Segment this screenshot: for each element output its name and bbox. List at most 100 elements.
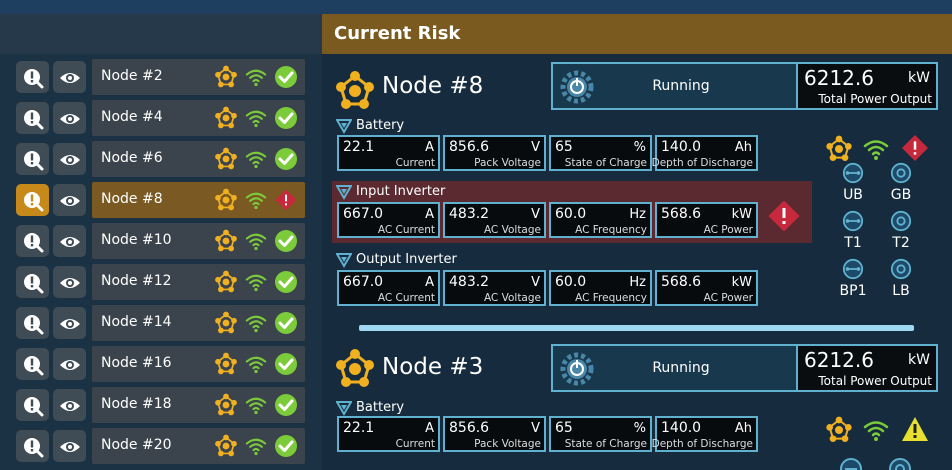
wifi-icon <box>244 272 268 296</box>
view-button[interactable] <box>53 430 86 462</box>
node-network-icon <box>826 416 852 442</box>
node-network-icon <box>214 434 238 462</box>
sidebar-node-pane[interactable]: Node #4 <box>92 100 305 136</box>
search-alert-button[interactable] <box>16 307 49 339</box>
node-network-icon <box>214 270 238 298</box>
sidebar-node-row[interactable]: Node #12 <box>15 264 310 300</box>
view-button[interactable] <box>53 266 86 298</box>
metric-value: 856.6 <box>449 139 490 155</box>
sidebar-node-pane[interactable]: Node #12 <box>92 264 305 300</box>
view-button[interactable] <box>53 184 86 216</box>
metric-unit: Ah <box>734 140 752 155</box>
metric-box: 568.6 kW AC Power <box>655 270 758 306</box>
search-alert-button[interactable] <box>16 430 49 462</box>
sidebar-node-pane[interactable]: Node #16 <box>92 346 305 382</box>
metric-value: 667.0 <box>343 206 384 222</box>
sidebar-node-row[interactable]: Node #14 <box>15 305 310 341</box>
sidebar-node-pane[interactable]: Node #2 <box>92 59 305 95</box>
search-alert-button[interactable] <box>16 389 49 421</box>
sidebar-node-pane[interactable]: Node #8 <box>92 182 305 218</box>
search-alert-button[interactable] <box>16 143 49 175</box>
metric-value: 483.2 <box>449 274 490 290</box>
check-circle-icon <box>274 270 298 298</box>
search-alert-icon <box>24 151 44 171</box>
view-button[interactable] <box>53 102 86 134</box>
node-network-icon <box>214 393 238 421</box>
power-label: Total Power Output <box>818 92 932 106</box>
metric-value: 568.6 <box>661 206 702 222</box>
status-display[interactable]: Running <box>551 344 807 392</box>
search-alert-icon <box>24 315 44 335</box>
check-circle-icon <box>274 434 298 462</box>
search-alert-button[interactable] <box>16 184 49 216</box>
search-alert-button[interactable] <box>16 102 49 134</box>
view-button[interactable] <box>53 225 86 257</box>
sidebar-node-pane[interactable]: Node #20 <box>92 428 305 464</box>
metric-unit: V <box>531 207 540 222</box>
eye-icon <box>60 196 80 206</box>
metric-label: Pack Voltage <box>474 157 541 169</box>
metric-value: 22.1 <box>343 139 375 155</box>
metric-value: 140.0 <box>661 139 702 155</box>
node-network-icon <box>214 352 238 380</box>
metric-box: 856.6 V Pack Voltage <box>443 416 546 452</box>
metric-label: Depth of Discharge <box>651 157 753 169</box>
view-button[interactable] <box>53 348 86 380</box>
metric-value: 65 <box>555 420 573 436</box>
node-card[interactable]: Node #3 Running 6212.6 kW Total Power Ou… <box>322 340 952 470</box>
sidebar-node-row[interactable]: Node #8 <box>15 182 310 218</box>
sidebar-node-row[interactable]: Node #18 <box>15 387 310 423</box>
sidebar-node-row[interactable]: Node #4 <box>15 100 310 136</box>
wifi-icon <box>244 436 268 460</box>
node-card[interactable]: Node #8 Running 6212.6 kW Total Power Ou… <box>322 58 952 328</box>
sidebar-node-row[interactable]: Node #16 <box>15 346 310 382</box>
metric-box: 483.2 V AC Voltage <box>443 270 546 306</box>
search-alert-button[interactable] <box>16 266 49 298</box>
search-alert-button[interactable] <box>16 348 49 380</box>
power-label: Total Power Output <box>818 374 932 388</box>
connector-icon[interactable] <box>839 457 863 470</box>
section-chevron-icon <box>336 253 352 268</box>
sidebar-node-pane[interactable]: Node #18 <box>92 387 305 423</box>
metric-box: 140.0 Ah Depth of Discharge <box>651 135 758 171</box>
sidebar-node-row[interactable]: Node #10 <box>15 223 310 259</box>
wifi-icon <box>244 149 268 173</box>
status-display[interactable]: Running <box>551 62 807 110</box>
sidebar-node-pane[interactable]: Node #14 <box>92 305 305 341</box>
metric-value: 60.0 <box>555 206 587 222</box>
view-button[interactable] <box>53 143 86 175</box>
sidebar-node-row[interactable]: Node #2 <box>15 59 310 95</box>
search-alert-icon <box>24 69 44 89</box>
total-power-display: 6212.6 kW Total Power Output <box>796 62 938 110</box>
metric-label: AC Power <box>703 292 753 304</box>
view-button[interactable] <box>53 389 86 421</box>
wifi-icon <box>244 231 268 255</box>
connector-icon <box>890 258 912 284</box>
search-alert-icon <box>24 233 44 253</box>
sidebar-node-row[interactable]: Node #20 <box>15 428 310 464</box>
sidebar-node-pane[interactable]: Node #10 <box>92 223 305 259</box>
view-button[interactable] <box>53 307 86 339</box>
connector-label: LB <box>892 283 910 299</box>
metric-unit: Ah <box>734 421 752 436</box>
metric-box: 856.6 V Pack Voltage <box>443 135 546 171</box>
connector-icon <box>890 162 912 188</box>
sidebar-node-pane[interactable]: Node #6 <box>92 141 305 177</box>
connector-icon <box>842 210 864 236</box>
metric-value: 60.0 <box>555 274 587 290</box>
connector-icon[interactable] <box>888 457 912 470</box>
view-button[interactable] <box>53 61 86 93</box>
sidebar-node-row[interactable]: Node #6 <box>15 141 310 177</box>
search-alert-button[interactable] <box>16 225 49 257</box>
sidebar-node-label: Node #6 <box>101 150 163 166</box>
wifi-icon <box>244 190 268 214</box>
eye-icon <box>60 401 80 411</box>
metric-label: Current <box>395 157 435 169</box>
sidebar-node-label: Node #2 <box>101 68 163 84</box>
node-network-icon <box>214 65 238 93</box>
search-alert-button[interactable] <box>16 61 49 93</box>
metric-unit: V <box>531 275 540 290</box>
eye-icon <box>60 73 80 83</box>
metric-value: 140.0 <box>661 420 702 436</box>
metric-unit: % <box>633 421 646 436</box>
